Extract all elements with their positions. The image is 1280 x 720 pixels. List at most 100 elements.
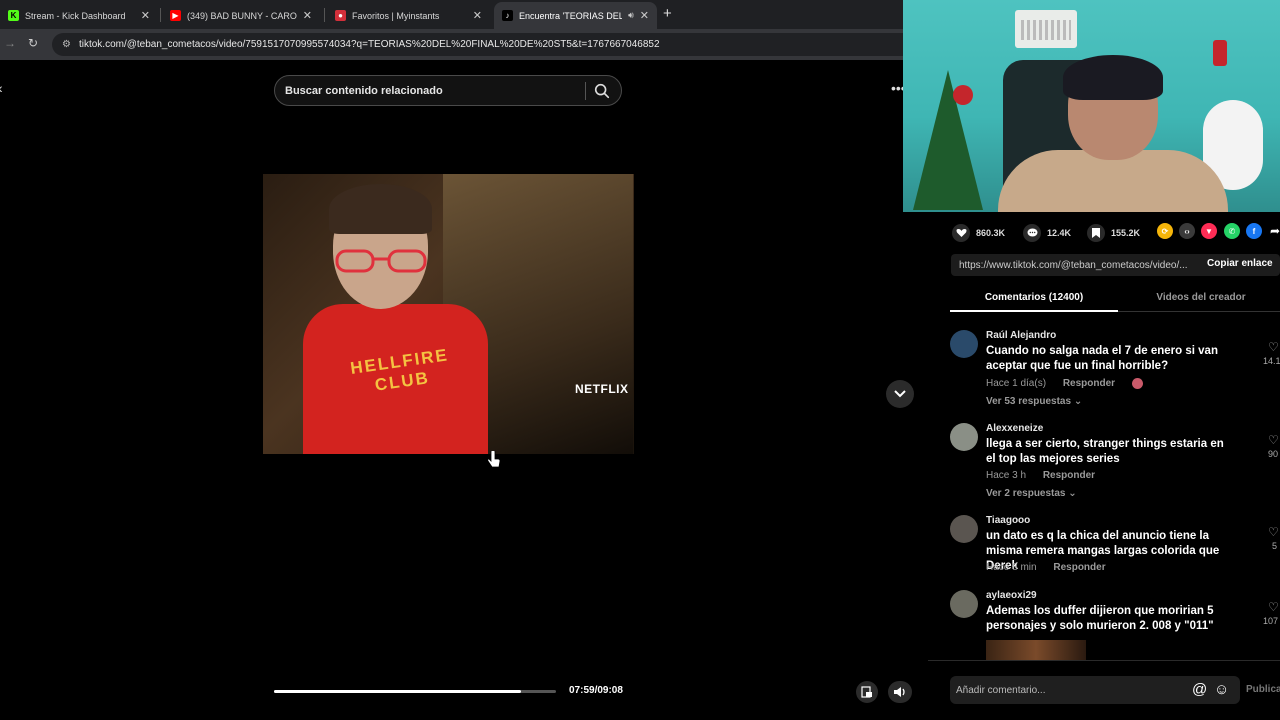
comment-likes: 14.1: [1263, 356, 1280, 366]
comment-user[interactable]: Alexxeneize: [986, 423, 1043, 434]
heart-icon[interactable]: ♡: [1268, 525, 1279, 539]
comment-likes: 107: [1263, 616, 1279, 626]
creator-like-avatar: [1131, 378, 1143, 389]
tab-youtube[interactable]: ▶ (349) BAD BUNNY - CARO | X1 ✕: [162, 2, 320, 29]
bookmark-icon: [1087, 224, 1105, 242]
tiktok-icon: ♪: [502, 10, 513, 21]
heart-icon[interactable]: ♡: [1268, 433, 1279, 447]
close-icon[interactable]: ✕: [473, 9, 482, 22]
like-stat[interactable]: 860.3K: [952, 224, 1005, 242]
tab-separator: [324, 8, 325, 22]
facebook-icon[interactable]: f: [1246, 223, 1262, 239]
mention-icon[interactable]: @: [1192, 681, 1207, 698]
comment-time: Hace 1 día(s): [986, 378, 1047, 390]
save-stat[interactable]: 155.2K: [1087, 224, 1140, 242]
back-chevron-icon[interactable]: ‹: [0, 80, 3, 96]
embed-icon[interactable]: ‹›: [1179, 223, 1195, 239]
myinstants-icon: ●: [335, 10, 346, 21]
tab-creator-videos[interactable]: Videos del creador: [1118, 292, 1280, 303]
close-icon[interactable]: ✕: [303, 9, 312, 22]
video-time: 07:59/09:08: [569, 685, 623, 696]
video-frame[interactable]: HELLFIRE CLUB: [263, 174, 634, 454]
tab-title: Stream - Kick Dashboard: [25, 10, 126, 21]
active-tab-indicator: [950, 310, 1118, 312]
webcam-overlay: [903, 0, 1280, 212]
comment-time: Hace 8 min: [986, 562, 1037, 573]
url-text: tiktok.com/@teban_cometacos/video/759151…: [78, 39, 660, 50]
comment-item: Tiaagooo un dato es q la chica del anunc…: [950, 515, 1280, 575]
tab-comments[interactable]: Comentarios (12400): [950, 292, 1118, 303]
reply-button[interactable]: Responder: [1043, 470, 1095, 481]
heart-icon[interactable]: ♡: [1268, 340, 1279, 354]
volume-icon: [894, 687, 905, 697]
view-replies-label: Ver 53 respuestas: [986, 396, 1072, 407]
tab-tiktok[interactable]: ♪ Encuentra 'TEORIAS DEL FI 🔊︎ ✕: [494, 2, 657, 29]
comment-user[interactable]: Raúl Alejandro: [986, 330, 1056, 341]
next-video-button[interactable]: [886, 380, 914, 408]
heart-icon[interactable]: ♡: [1268, 600, 1279, 614]
air-conditioner: [1015, 10, 1077, 48]
kick-icon: K: [8, 10, 19, 21]
comment-icon: [1023, 224, 1041, 242]
new-tab-button[interactable]: +: [663, 5, 672, 22]
copy-link-button[interactable]: Copiar enlace: [1207, 258, 1273, 269]
comment-stat[interactable]: 12.4K: [1023, 224, 1071, 242]
comment-count: 12.4K: [1047, 228, 1072, 238]
miniplayer-icon: [861, 686, 872, 698]
comment-text: Ademas los duffer dijieron que moririan …: [986, 605, 1214, 632]
comment-image-preview[interactable]: [986, 640, 1086, 660]
emoji-icon[interactable]: ☺: [1214, 681, 1229, 698]
save-count: 155.2K: [1111, 228, 1141, 238]
tab-myinstants[interactable]: ● Favoritos | Myinstants ✕: [327, 2, 490, 29]
comment-meta: Hace 1 día(s) Responder: [986, 378, 1157, 389]
chevron-down-icon: ⌄: [1073, 396, 1083, 407]
related-search-input[interactable]: Buscar contenido relacionado: [274, 75, 622, 106]
reload-icon[interactable]: ↻: [28, 36, 38, 50]
comment-user[interactable]: aylaeoxi29: [986, 590, 1037, 601]
site-settings-icon[interactable]: ⚙︎: [62, 39, 71, 50]
reply-button[interactable]: Responder: [1063, 378, 1115, 389]
view-replies-button[interactable]: Ver 2 respuestas ⌄: [986, 488, 1077, 499]
chevron-down-icon: ⌄: [1068, 488, 1077, 499]
person-hair: [329, 184, 432, 234]
add-comment-placeholder: Añadir comentario...: [956, 684, 1046, 696]
share-arrow-icon[interactable]: ➦: [1267, 223, 1280, 239]
volume-button[interactable]: [888, 681, 912, 703]
browser-tab-bar: K Stream - Kick Dashboard ✕ ▶ (349) BAD …: [0, 0, 903, 29]
search-placeholder: Buscar contenido relacionado: [285, 84, 443, 97]
comment-time: Hace 3 h: [986, 470, 1027, 481]
publish-button[interactable]: Publica: [1246, 684, 1280, 695]
send-icon[interactable]: ▼: [1201, 223, 1217, 239]
forward-icon[interactable]: →: [4, 36, 16, 50]
avatar[interactable]: [950, 423, 978, 451]
hand-cursor-icon: [487, 451, 501, 468]
reply-button[interactable]: Responder: [1053, 562, 1105, 573]
youtube-icon: ▶: [170, 10, 181, 21]
view-replies-button[interactable]: Ver 53 respuestas ⌄: [986, 396, 1082, 407]
whatsapp-icon[interactable]: ✆: [1224, 223, 1240, 239]
search-icon[interactable]: [593, 82, 611, 100]
comment-meta: Hace 8 min Responder: [986, 562, 1120, 573]
address-bar-row: → ↻ ⚙︎ tiktok.com/@teban_cometacos/video…: [0, 29, 903, 60]
comment-meta: Hace 3 h Responder: [986, 470, 1109, 481]
red-bow: [953, 85, 973, 105]
close-icon[interactable]: ✕: [640, 9, 649, 22]
comment-likes: 5: [1272, 541, 1278, 551]
avatar[interactable]: [950, 590, 978, 618]
like-count: 860.3K: [976, 228, 1006, 238]
search-divider: [585, 82, 586, 100]
video-progress-fill: [274, 690, 522, 693]
tab-title: (349) BAD BUNNY - CARO | X1: [187, 10, 297, 21]
url-field[interactable]: ⚙︎ tiktok.com/@teban_cometacos/video/759…: [52, 33, 903, 56]
speaker-icon[interactable]: 🔊︎: [628, 10, 634, 21]
close-icon[interactable]: ✕: [141, 9, 150, 22]
tab-separator: [160, 8, 161, 22]
tab-kick-dashboard[interactable]: K Stream - Kick Dashboard ✕: [0, 2, 158, 29]
avatar[interactable]: [950, 515, 978, 543]
miniplayer-button[interactable]: [856, 681, 878, 703]
avatar[interactable]: [950, 330, 978, 358]
composer-divider: [928, 660, 1280, 661]
comment-user[interactable]: Tiaagooo: [986, 515, 1030, 526]
repost-icon[interactable]: ⟳: [1157, 223, 1173, 239]
comment-item: Alexxeneize llega a ser cierto, stranger…: [950, 423, 1280, 503]
